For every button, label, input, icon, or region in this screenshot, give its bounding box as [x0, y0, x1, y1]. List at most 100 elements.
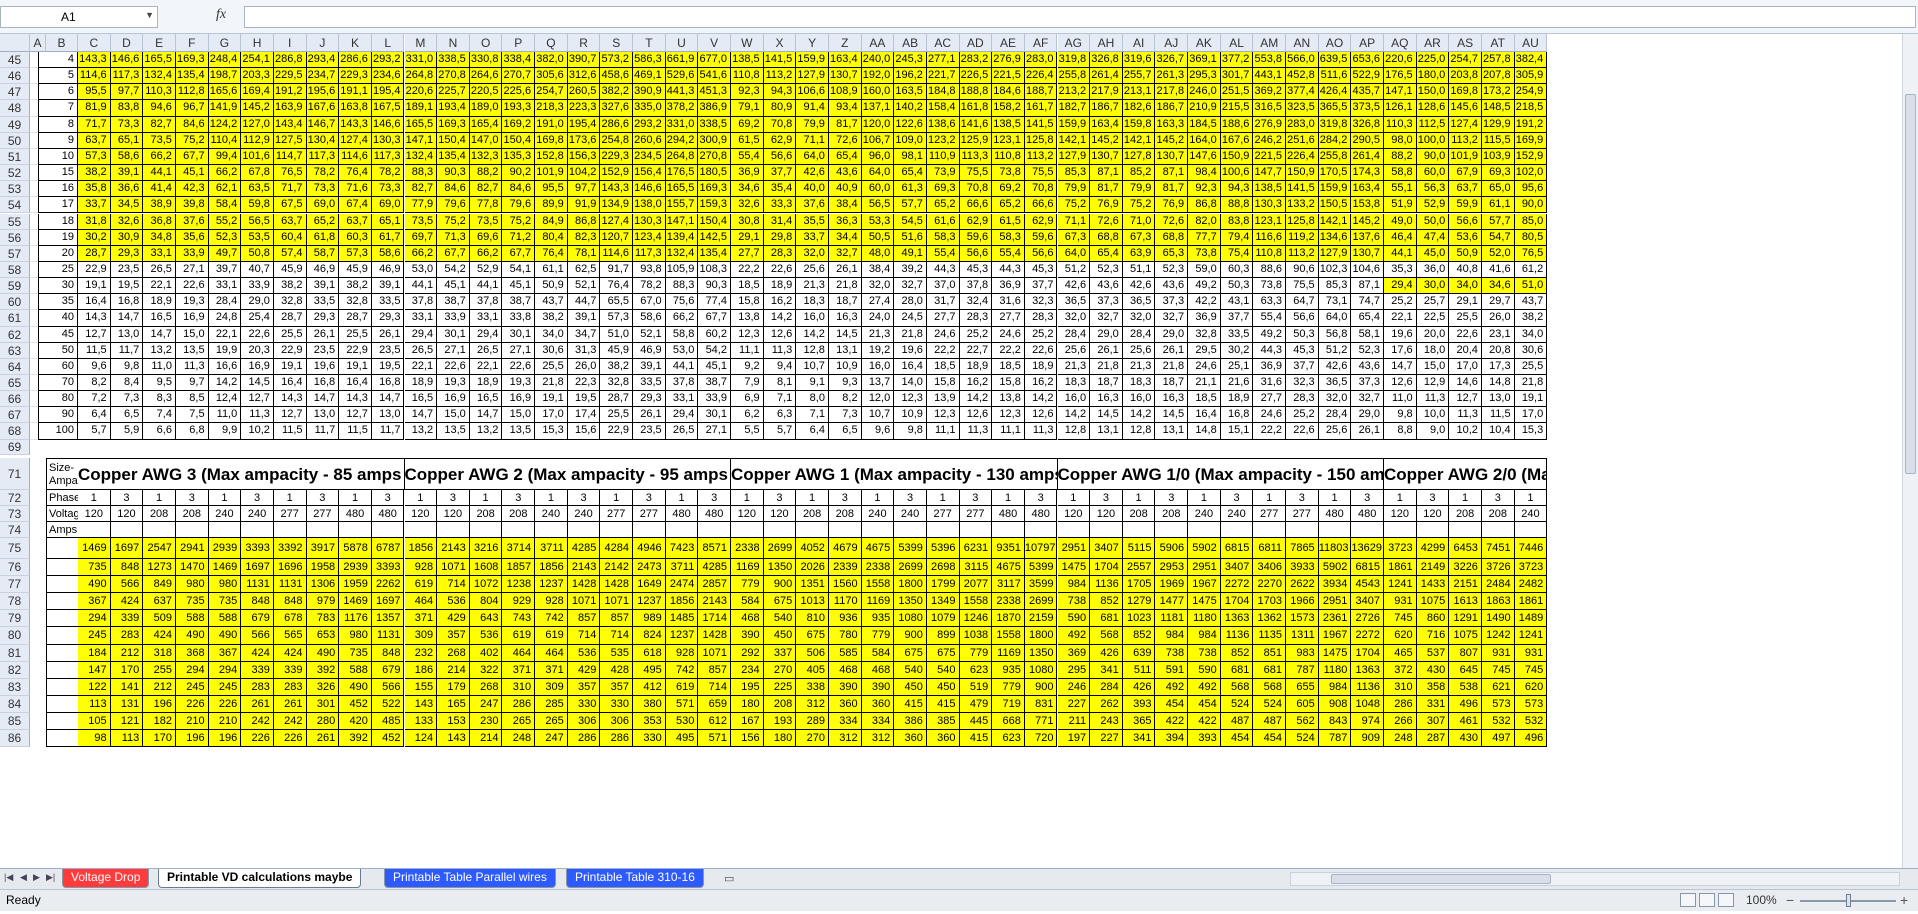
value-cell[interactable]: 156,3 [567, 148, 601, 166]
value-cell[interactable]: 26,1 [1090, 342, 1123, 359]
value-cell[interactable]: 390,7 [567, 52, 601, 69]
value-cell[interactable]: 26,1 [1155, 342, 1189, 359]
column-header[interactable]: J [306, 34, 340, 52]
value-cell[interactable]: 7,4 [143, 407, 176, 424]
column-header[interactable]: AT [1481, 34, 1515, 52]
value-cell[interactable]: 11,0 [208, 407, 242, 424]
column-header[interactable]: Q [535, 34, 568, 52]
value-cell[interactable]: 37,0 [926, 278, 960, 295]
value-cell[interactable]: 541,6 [698, 68, 731, 85]
value-cell[interactable]: 82,7 [404, 181, 438, 198]
row-header[interactable]: 66 [0, 391, 30, 408]
value-cell[interactable]: 468 [731, 610, 764, 628]
value-cell[interactable]: 64,7 [1286, 294, 1319, 311]
value-cell[interactable]: 369 [1057, 644, 1091, 662]
value-cell[interactable]: 13,9 [926, 391, 960, 408]
value-cell[interactable]: 72,6 [1155, 213, 1189, 230]
value-cell[interactable]: 221,5 [1253, 148, 1287, 166]
value-cell[interactable]: 122 [78, 678, 111, 696]
value-cell[interactable]: 66,2 [404, 245, 438, 262]
value-cell[interactable]: 13,0 [306, 407, 340, 424]
value-cell[interactable]: 39,8 [175, 197, 209, 214]
value-cell[interactable]: 318 [143, 644, 176, 662]
phase-cell[interactable]: 1 [1318, 489, 1352, 506]
value-cell[interactable]: 5,7 [78, 423, 111, 440]
value-cell[interactable]: 208 [763, 695, 797, 713]
value-cell[interactable]: 1136 [1090, 576, 1123, 594]
value-cell[interactable]: 36,9 [992, 278, 1025, 295]
value-cell[interactable]: 553,8 [1253, 52, 1287, 69]
value-cell[interactable]: 184,5 [1188, 116, 1221, 133]
value-cell[interactable]: 5878 [339, 538, 372, 560]
value-cell[interactable]: 19,1 [1514, 391, 1548, 408]
value-cell[interactable]: 119,2 [1286, 229, 1319, 246]
value-cell[interactable]: 2939 [339, 559, 372, 577]
value-cell[interactable]: 495 [665, 730, 699, 748]
value-cell[interactable]: 114,6 [339, 148, 372, 166]
value-cell[interactable]: 19,3 [502, 375, 536, 392]
value-cell[interactable]: 82,3 [567, 229, 601, 246]
value-cell[interactable]: 22,1 [404, 358, 438, 375]
value-cell[interactable]: 1349 [926, 593, 960, 611]
value-cell[interactable]: 19,1 [535, 391, 568, 408]
value-cell[interactable]: 469,1 [633, 68, 666, 85]
value-cell[interactable]: 511 [1122, 661, 1156, 679]
value-cell[interactable]: 159,9 [1318, 181, 1352, 198]
value-cell[interactable]: 30,9 [110, 229, 144, 246]
value-cell[interactable]: 255 [143, 661, 176, 679]
value-cell[interactable]: 14,7 [469, 407, 503, 424]
value-cell[interactable]: 184 [78, 644, 111, 662]
value-cell[interactable]: 71,6 [339, 181, 372, 198]
value-cell[interactable]: 143 [404, 695, 438, 713]
value-cell[interactable]: 32,8 [339, 294, 372, 311]
value-cell[interactable]: 7,9 [731, 375, 764, 392]
value-cell[interactable]: 292 [731, 644, 764, 662]
value-cell[interactable]: 67,4 [339, 197, 372, 214]
value-cell[interactable]: 479 [959, 695, 993, 713]
value-cell[interactable]: 61,1 [1481, 197, 1515, 214]
horizontal-scroll-thumb[interactable] [1331, 874, 1551, 884]
value-cell[interactable]: 156 [731, 730, 764, 748]
value-cell[interactable]: 1428 [600, 576, 634, 594]
row-header[interactable]: 48 [0, 100, 30, 117]
value-cell[interactable]: 3711 [665, 559, 699, 577]
phase-cell[interactable]: 3 [567, 489, 601, 506]
value-cell[interactable]: 100,6 [1220, 165, 1254, 182]
value-cell[interactable]: 497 [1481, 730, 1515, 748]
value-cell[interactable]: 11,5 [1481, 407, 1515, 424]
value-cell[interactable]: 289 [796, 712, 829, 731]
value-cell[interactable]: 900 [1024, 678, 1058, 696]
value-cell[interactable]: 180 [763, 730, 797, 748]
value-cell[interactable]: 67,3 [1122, 229, 1156, 246]
value-cell[interactable]: 36,3 [828, 213, 862, 230]
value-cell[interactable]: 188,6 [1220, 116, 1254, 133]
value-cell[interactable]: 33,5 [633, 375, 666, 392]
value-cell[interactable]: 458,6 [600, 68, 634, 85]
value-cell[interactable]: 61,5 [731, 132, 764, 149]
row-header[interactable]: 63 [0, 342, 30, 359]
value-cell[interactable]: 2951 [1318, 593, 1352, 611]
value-cell[interactable]: 714 [437, 576, 470, 594]
value-cell[interactable]: 65,1 [110, 132, 144, 149]
value-cell[interactable]: 28,4 [1318, 407, 1352, 424]
value-cell[interactable]: 15,3 [1514, 423, 1548, 440]
value-cell[interactable]: 12,7 [78, 326, 111, 343]
value-cell[interactable]: 77,9 [404, 197, 438, 214]
value-cell[interactable]: 39,1 [633, 358, 666, 375]
value-cell[interactable]: 714 [567, 627, 601, 645]
value-cell[interactable]: 95,5 [78, 84, 111, 101]
value-cell[interactable]: 974 [1351, 712, 1384, 731]
value-cell[interactable]: 23,5 [371, 342, 405, 359]
value-cell[interactable]: 32,0 [796, 245, 829, 262]
voltage-cell[interactable]: 480 [665, 505, 699, 522]
value-cell[interactable]: 6,2 [731, 407, 764, 424]
value-cell[interactable]: 54,5 [894, 213, 927, 230]
value-cell[interactable]: 42,6 [1318, 358, 1352, 375]
value-cell[interactable]: 255,7 [1122, 68, 1156, 85]
value-cell[interactable]: 18,7 [1155, 375, 1189, 392]
column-header[interactable]: P [502, 34, 536, 52]
value-cell[interactable]: 57,7 [894, 197, 927, 214]
phase-cell[interactable]: 1 [992, 489, 1025, 506]
voltage-cell[interactable]: 277 [1253, 505, 1287, 522]
value-cell[interactable]: 4679 [828, 538, 862, 560]
